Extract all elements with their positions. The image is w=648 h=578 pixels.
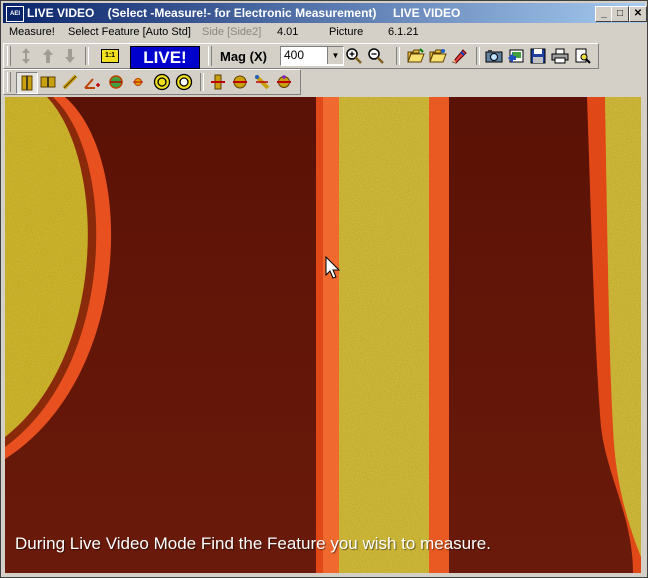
zoom-in-icon[interactable] xyxy=(344,46,364,66)
live-button[interactable]: LIVE! xyxy=(130,46,200,69)
circle-tool-icon[interactable] xyxy=(106,72,126,92)
toolbar-separator xyxy=(85,47,89,65)
window-title-right: LIVE VIDEO xyxy=(393,6,461,20)
print-preview-icon[interactable] xyxy=(572,46,592,66)
open-folder-icon[interactable] xyxy=(406,46,426,66)
auto-circle-tool-icon[interactable] xyxy=(230,72,250,92)
auto-point-tool-icon[interactable] xyxy=(274,72,294,92)
menu-picture[interactable]: Picture xyxy=(329,26,363,38)
app-icon[interactable]: AEI xyxy=(6,6,24,22)
mag-value: 400 xyxy=(284,48,305,62)
mag-select[interactable]: 400 ▼ xyxy=(280,46,344,66)
auto-vertical-tool-icon[interactable] xyxy=(208,72,228,92)
menu-build[interactable]: 6.1.21 xyxy=(388,26,419,38)
menu-version[interactable]: 4.01 xyxy=(277,26,298,38)
concentric-circle-tool-icon[interactable] xyxy=(152,72,172,92)
toolbar-grip[interactable] xyxy=(208,46,212,66)
pcb-microscope-image xyxy=(5,97,641,573)
title-bar[interactable]: AEI LIVE VIDEO (Select -Measure!- for El… xyxy=(3,3,647,23)
window-title: LIVE VIDEO (Select -Measure!- for Electr… xyxy=(27,6,377,20)
vertical-line-tool-icon[interactable] xyxy=(16,72,38,94)
toolbar-separator xyxy=(200,73,204,91)
arrow-updown-icon[interactable] xyxy=(16,46,36,66)
chevron-down-icon[interactable]: ▼ xyxy=(327,47,343,64)
menu-select-feature[interactable]: Select Feature [Auto Std] xyxy=(68,26,191,38)
menu-measure[interactable]: Measure! xyxy=(9,26,55,38)
mag-label: Mag (X) xyxy=(220,49,267,64)
arrow-up-icon[interactable] xyxy=(38,46,58,66)
toolbar-grip[interactable] xyxy=(7,46,11,66)
scale-icon-text: 1:1 xyxy=(101,49,119,63)
auto-diagonal-tool-icon[interactable] xyxy=(252,72,272,92)
measure-toolbar xyxy=(3,69,301,95)
angle-tool-icon[interactable] xyxy=(82,72,102,92)
app-window: AEI LIVE VIDEO (Select -Measure!- for El… xyxy=(0,0,648,578)
arrow-down-icon[interactable] xyxy=(60,46,80,66)
toolbar-separator xyxy=(476,47,480,65)
menu-side[interactable]: Side [Side2] xyxy=(202,26,261,38)
toolbar-separator xyxy=(396,47,400,65)
edit-pen-icon[interactable] xyxy=(450,46,470,66)
scale-icon[interactable]: 1:1 xyxy=(100,46,120,66)
main-toolbar: 1:1 LIVE! Mag (X) 400 ▼ xyxy=(3,43,599,69)
zoom-out-icon[interactable] xyxy=(366,46,386,66)
horizontal-line-tool-icon[interactable] xyxy=(38,72,58,92)
ring-tool-icon[interactable] xyxy=(174,72,194,92)
maximize-button[interactable]: □ xyxy=(611,6,629,22)
video-caption: During Live Video Mode Find the Feature … xyxy=(15,534,491,553)
menu-bar: Measure! Select Feature [Auto Std] Side … xyxy=(3,23,645,42)
open-image-folder-icon[interactable] xyxy=(428,46,448,66)
print-icon[interactable] xyxy=(550,46,570,66)
image-export-icon[interactable] xyxy=(506,46,526,66)
close-button[interactable]: ✕ xyxy=(629,6,647,22)
toolbar-grip[interactable] xyxy=(7,72,11,92)
camera-icon[interactable] xyxy=(484,46,504,66)
diagonal-line-tool-icon[interactable] xyxy=(60,72,80,92)
save-disk-icon[interactable] xyxy=(528,46,548,66)
point-tool-icon[interactable] xyxy=(128,72,148,92)
live-video-view[interactable]: During Live Video Mode Find the Feature … xyxy=(5,97,641,573)
